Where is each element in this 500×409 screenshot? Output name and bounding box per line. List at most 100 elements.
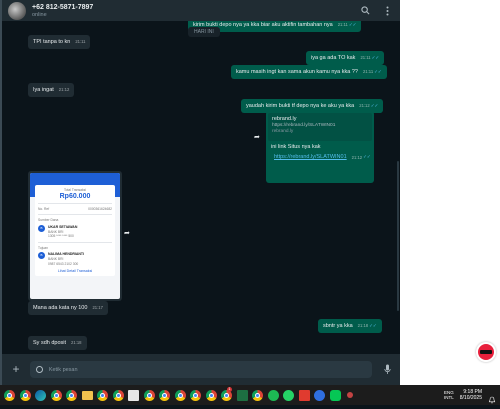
microphone-icon[interactable] xyxy=(382,364,392,376)
chrome-icon[interactable] xyxy=(205,389,217,401)
message-incoming[interactable]: Mana ada kata ny 100 21:17 xyxy=(28,301,108,315)
receipt-amount: Rp60.000 xyxy=(59,192,91,200)
chrome-icon[interactable] xyxy=(19,389,31,401)
link-preview-card[interactable]: rebrand.ly https://rebrand.ly/SLATWIN01 … xyxy=(268,113,372,141)
taskbar: 1 ENG INTL 9:18 PM 8/10/2025 xyxy=(0,385,500,405)
chrome-icon[interactable] xyxy=(252,389,263,401)
language-indicator[interactable]: ENG INTL xyxy=(444,390,454,400)
bank-badge-icon: B xyxy=(38,252,45,259)
link-message[interactable]: rebrand.ly https://rebrand.ly/SLATWIN01 … xyxy=(266,111,374,183)
ninja-mascot-icon xyxy=(478,344,494,360)
app-icon[interactable] xyxy=(267,389,279,401)
message-text: Mana ada kata ny 100 xyxy=(33,305,88,311)
whatsapp-icon[interactable] xyxy=(283,389,294,401)
message-composer: + xyxy=(2,354,400,385)
more-options-icon[interactable] xyxy=(380,4,394,18)
message-time: 21:11 xyxy=(75,39,86,44)
contact-status: online xyxy=(32,11,47,18)
link-preview-domain: rebrand.ly xyxy=(272,129,294,134)
message-incoming[interactable]: Iya ingat 21:12 xyxy=(28,83,75,97)
message-time: 21:12 xyxy=(58,87,70,92)
chrome-icon[interactable] xyxy=(112,389,124,401)
forward-icon[interactable]: ➦ xyxy=(124,229,130,237)
read-receipt-icon: ✓✓ xyxy=(363,154,371,159)
receipt-ref-value: 0000361624682 xyxy=(88,206,112,211)
chat-header[interactable]: +62 812-5871-7897 online xyxy=(2,0,400,21)
message-text: kamu masih ingt kan sama akun kamu nya k… xyxy=(236,69,358,75)
link-preview-title: rebrand.ly xyxy=(272,116,297,122)
message-text: Iya ingat xyxy=(33,87,54,93)
message-incoming[interactable]: Sy sdh dposit 21:18 xyxy=(28,336,87,350)
read-receipt-icon: ✓✓ xyxy=(348,22,357,27)
excel-icon[interactable] xyxy=(236,389,248,401)
message-outgoing[interactable]: kamu masih ingt kan sama akun kamu nya k… xyxy=(231,65,387,79)
read-receipt-icon: ✓✓ xyxy=(370,103,379,108)
message-outgoing[interactable]: iya ga ada TO kak 21:11✓✓ xyxy=(306,51,385,65)
message-text: sbntr ya kka xyxy=(323,323,353,329)
contact-info[interactable]: +62 812-5871-7897 online xyxy=(32,3,350,19)
system-tray: ENG INTL 9:18 PM 8/10/2025 xyxy=(444,385,500,405)
message-text: TPI tanpa to kn xyxy=(33,39,71,45)
message-text: iya ga ada TO kak xyxy=(311,55,356,61)
read-receipt-icon: ✓✓ xyxy=(371,55,380,60)
receipt-detail-link: Lihat Detail Transaksi xyxy=(57,269,93,273)
chrome-icon[interactable] xyxy=(97,389,108,401)
notification-bell-icon[interactable] xyxy=(488,391,496,404)
contact-avatar[interactable] xyxy=(8,1,26,20)
clock[interactable]: 9:18 PM 8/10/2025 xyxy=(460,389,482,401)
receipt-sender-acct: 1305 **** **** 500 xyxy=(48,234,74,238)
image-message[interactable]: Total Transaksi Rp60.000 No. Ref 0000361… xyxy=(28,171,122,301)
chrome-icon[interactable] xyxy=(66,389,77,401)
receipt-receiver-label: Tujuan xyxy=(38,245,48,250)
chrome-icon[interactable] xyxy=(190,389,201,401)
edge-icon[interactable] xyxy=(35,389,46,401)
message-time: 21:18 xyxy=(71,340,82,345)
line-icon[interactable] xyxy=(329,389,341,401)
chrome-icon[interactable] xyxy=(4,389,15,401)
chrome-icon[interactable] xyxy=(143,389,155,401)
message-time: 21:17 xyxy=(92,305,103,310)
app-icon[interactable] xyxy=(347,392,353,398)
chrome-icon[interactable] xyxy=(174,389,186,401)
read-receipt-icon: ✓✓ xyxy=(369,323,377,328)
store-icon[interactable] xyxy=(128,389,139,401)
pdf-icon[interactable] xyxy=(298,389,310,401)
bank-badge-icon: B xyxy=(38,224,45,232)
message-link[interactable]: https://rebrand.ly/SLATWIN01 xyxy=(274,154,347,160)
transfer-receipt-image[interactable]: Total Transaksi Rp60.000 No. Ref 0000361… xyxy=(30,173,120,299)
message-time: 21:12 xyxy=(351,154,363,160)
message-input-box[interactable] xyxy=(30,361,372,378)
contact-name: +62 812-5871-7897 xyxy=(32,3,94,11)
clock-date: 8/10/2025 xyxy=(459,395,482,401)
attach-plus-icon[interactable]: + xyxy=(10,363,22,376)
scrollbar-thumb[interactable] xyxy=(397,161,399,311)
day-divider: HARI INI xyxy=(188,27,220,37)
floating-assistant-button[interactable] xyxy=(476,342,496,362)
lang-layout: INTL xyxy=(443,395,454,400)
desktop-background xyxy=(400,0,500,385)
receipt-receiver-acct: 0987 6543 2102 300 xyxy=(48,261,79,266)
message-text: ini link Situs nya kak xyxy=(271,144,321,150)
message-time: 21:11 xyxy=(337,22,348,27)
chrome-icon[interactable]: 1 xyxy=(221,386,232,401)
forward-icon[interactable]: ➦ xyxy=(254,133,260,141)
message-outgoing[interactable]: sbntr ya kka 21:18✓✓ xyxy=(318,319,382,333)
chat-area[interactable]: kirim bukti depo nya ya kka biar aku akt… xyxy=(2,21,400,354)
message-time: 21:11 xyxy=(362,69,374,74)
receipt-sender-label: Sumber Dana xyxy=(38,218,59,222)
file-explorer-icon[interactable] xyxy=(81,390,93,400)
message-time: 21:11 xyxy=(360,55,371,60)
chrome-icon[interactable] xyxy=(50,389,62,401)
notification-badge: 1 xyxy=(227,386,232,392)
chrome-icon[interactable] xyxy=(159,389,170,401)
message-incoming[interactable]: TPI tanpa to kn 21:11 xyxy=(28,35,91,49)
message-input[interactable] xyxy=(48,366,366,373)
message-time: 21:12 xyxy=(359,103,370,108)
message-time: 21:18 xyxy=(357,323,369,328)
receipt-card: Total Transaksi Rp60.000 No. Ref 0000361… xyxy=(35,185,115,276)
message-text: Sy sdh dposit xyxy=(33,340,67,346)
emoji-icon[interactable] xyxy=(36,366,43,373)
receipt-ref-label: No. Ref xyxy=(38,206,50,211)
app-icon[interactable] xyxy=(314,389,325,401)
search-icon[interactable] xyxy=(358,4,372,18)
